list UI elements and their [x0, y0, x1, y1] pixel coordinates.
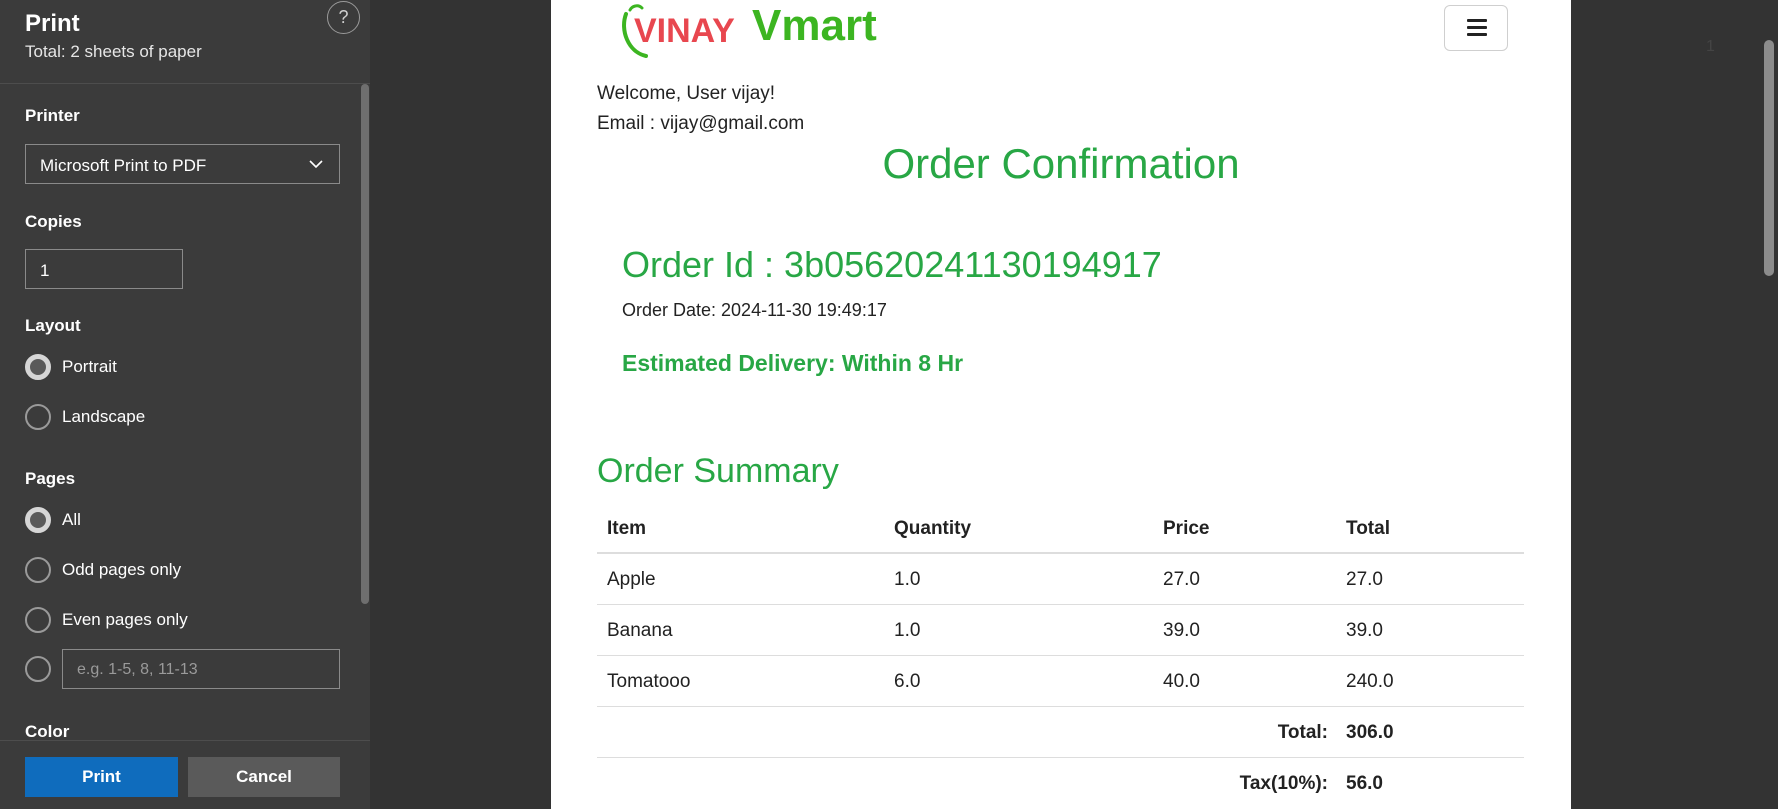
copies-value: 1 — [40, 261, 50, 280]
logo-vmart-text: Vmart — [752, 1, 877, 50]
pages-label: Pages — [25, 469, 76, 488]
odd-pages-label: Odd pages only — [62, 560, 182, 579]
cell-price: 40.0 — [1163, 671, 1200, 692]
cell-item: Apple — [607, 569, 656, 590]
cell-quantity: 1.0 — [894, 569, 921, 590]
printer-value: Microsoft Print to PDF — [40, 156, 207, 175]
layout-label: Layout — [25, 316, 81, 335]
copies-label: Copies — [25, 212, 82, 231]
header-total: Total — [1346, 518, 1390, 539]
portrait-label: Portrait — [62, 357, 117, 376]
panel-title: Print — [25, 10, 80, 37]
total-label: Total: — [1277, 722, 1328, 743]
hamburger-menu-button[interactable] — [1444, 5, 1508, 51]
custom-range-radio[interactable] — [25, 656, 51, 682]
print-settings-panel: Print Total: 2 sheets of paper ? Printer… — [0, 0, 370, 809]
header-quantity: Quantity — [894, 518, 972, 539]
all-pages-radio[interactable] — [25, 507, 51, 533]
printer-label: Printer — [25, 106, 80, 125]
help-button[interactable]: ? — [327, 1, 360, 34]
order-confirmation-title: Order Confirmation — [882, 140, 1240, 187]
order-summary-table: Item Quantity Price Total Apple 1.0 27.0… — [597, 503, 1524, 809]
order-id: Order Id : 3b05620241130194917 — [622, 244, 1162, 285]
cell-item: Banana — [607, 620, 673, 641]
even-pages-radio[interactable] — [25, 607, 51, 633]
page-range-placeholder: e.g. 1-5, 8, 11-13 — [77, 661, 198, 678]
vinay-vmart-logo: VINAY Vmart — [622, 1, 877, 58]
print-preview: 1 VINAY Vmart Welcome, User vijay! Email… — [370, 0, 1778, 809]
cell-quantity: 6.0 — [894, 671, 921, 692]
cell-price: 39.0 — [1163, 620, 1200, 641]
cell-total: 39.0 — [1346, 620, 1383, 641]
header-item: Item — [607, 518, 647, 539]
table-header-row: Item Quantity Price Total — [597, 503, 1524, 554]
table-row: Apple 1.0 27.0 27.0 — [597, 554, 1524, 605]
table-row: Tomatooo 6.0 40.0 240.0 — [597, 656, 1524, 707]
order-summary-title: Order Summary — [597, 452, 839, 490]
copies-input[interactable]: 1 — [25, 249, 183, 289]
even-pages-label: Even pages only — [62, 610, 188, 629]
total-row: Total: 306.0 — [597, 707, 1524, 758]
print-button[interactable]: Print — [25, 757, 178, 797]
tax-value: 56.0 — [1346, 773, 1383, 794]
panel-footer: Print Cancel — [0, 740, 370, 809]
cell-total: 240.0 — [1346, 671, 1394, 692]
preview-scrollbar[interactable] — [1758, 0, 1778, 809]
tax-label: Tax(10%): — [1239, 773, 1328, 794]
sheet-count: Total: 2 sheets of paper — [25, 42, 202, 61]
all-pages-label: All — [62, 510, 81, 529]
portrait-radio[interactable] — [25, 354, 51, 380]
cell-item: Tomatooo — [607, 671, 691, 692]
cancel-button[interactable]: Cancel — [188, 757, 340, 797]
printer-select[interactable]: Microsoft Print to PDF — [25, 144, 340, 184]
preview-page: VINAY Vmart Welcome, User vijay! Email :… — [551, 0, 1571, 809]
odd-pages-radio[interactable] — [25, 557, 51, 583]
cell-total: 27.0 — [1346, 569, 1383, 590]
table-row: Banana 1.0 39.0 39.0 — [597, 605, 1524, 656]
order-date: Order Date: 2024-11-30 19:49:17 — [622, 300, 887, 320]
estimated-delivery: Estimated Delivery: Within 8 Hr — [622, 350, 964, 376]
email-text: Email : vijay@gmail.com — [597, 113, 805, 134]
page-number: 1 — [1706, 38, 1715, 55]
help-icon: ? — [338, 7, 349, 27]
panel-scrollbar[interactable] — [360, 84, 370, 740]
logo-vinay-text: VINAY — [634, 12, 735, 50]
landscape-label: Landscape — [62, 407, 146, 426]
landscape-radio[interactable] — [25, 404, 51, 430]
total-value: 306.0 — [1346, 722, 1394, 743]
panel-scroll-thumb[interactable] — [361, 84, 369, 604]
cell-quantity: 1.0 — [894, 620, 921, 641]
tax-row: Tax(10%): 56.0 — [597, 758, 1524, 809]
header-price: Price — [1163, 518, 1210, 539]
welcome-text: Welcome, User vijay! — [597, 83, 776, 104]
page-range-input[interactable]: e.g. 1-5, 8, 11-13 — [62, 649, 340, 689]
preview-scroll-thumb[interactable] — [1764, 40, 1774, 276]
color-label: Color — [25, 722, 70, 741]
panel-header: Print Total: 2 sheets of paper ? — [0, 0, 370, 84]
cell-price: 27.0 — [1163, 569, 1200, 590]
chevron-down-icon — [309, 160, 323, 169]
